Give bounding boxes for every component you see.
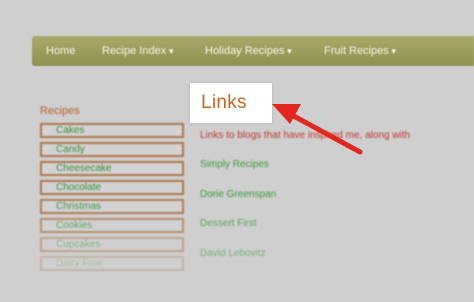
blog-page: Home Recipe Index▼ Holiday Recipes▼ Frui… xyxy=(0,0,474,302)
annotation-arrow-icon xyxy=(272,104,363,155)
